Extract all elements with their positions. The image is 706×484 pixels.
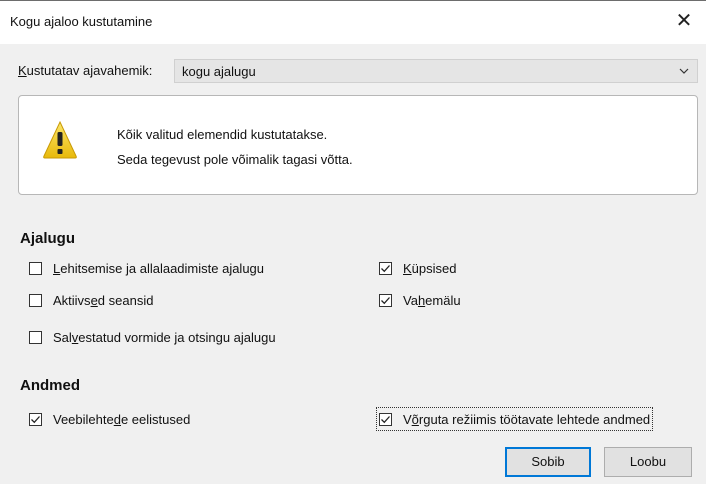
checkbox-label: Küpsised xyxy=(403,260,457,276)
time-range-value: kogu ajalugu xyxy=(182,64,256,79)
history-section-heading: Ajalugu xyxy=(20,230,75,247)
checkmark-icon xyxy=(31,415,40,423)
checkmark-icon xyxy=(381,296,390,304)
checkbox-box xyxy=(29,261,42,275)
checkbox-cookies[interactable]: Küpsised xyxy=(379,259,456,277)
checkbox-label: Vahemälu xyxy=(403,292,461,308)
checkbox-offline-website-data[interactable]: Võrguta režiimis töötavate lehtede andme… xyxy=(375,407,654,431)
checkbox-box xyxy=(379,412,392,426)
checkbox-cache[interactable]: Vahemälu xyxy=(379,291,461,309)
warning-text-1: Kõik valitud elemendid kustutatakse. xyxy=(117,127,328,142)
time-range-label: Kustutatav ajavahemik: xyxy=(18,63,153,78)
time-range-select[interactable]: kogu ajalugu xyxy=(174,59,698,83)
checkbox-label: Aktiivsed seansid xyxy=(53,292,154,308)
checkbox-active-logins[interactable]: Aktiivsed seansid xyxy=(29,291,153,309)
checkbox-box xyxy=(29,412,42,426)
title-bar: Kogu ajaloo kustutamine ✕ xyxy=(0,0,706,44)
checkbox-box xyxy=(379,261,392,275)
checkbox-box xyxy=(379,293,392,307)
checkbox-label: Lehitsemise ja allalaadimiste ajalugu xyxy=(53,260,265,276)
warning-text-2: Seda tegevust pole võimalik tagasi võtta… xyxy=(117,152,353,167)
chevron-down-icon xyxy=(679,68,689,74)
checkmark-icon xyxy=(381,415,390,423)
time-range-row: Kustutatav ajavahemik: kogu ajalugu xyxy=(18,59,698,83)
close-icon[interactable]: ✕ xyxy=(670,7,698,35)
checkbox-label: Salvestatud vormide ja otsingu ajalugu xyxy=(53,329,276,345)
window-title: Kogu ajaloo kustutamine xyxy=(10,14,153,29)
checkmark-icon xyxy=(381,264,390,272)
checkbox-label: Võrguta režiimis töötavate lehtede andme… xyxy=(403,411,651,427)
warning-box: Kõik valitud elemendid kustutatakse. Sed… xyxy=(18,95,698,195)
warning-icon xyxy=(43,120,77,159)
ok-button[interactable]: Sobib xyxy=(505,447,591,477)
cancel-button[interactable]: Loobu xyxy=(604,447,692,477)
checkbox-site-preferences[interactable]: Veebilehtede eelistused xyxy=(29,410,190,428)
checkbox-label: Veebilehtede eelistused xyxy=(53,411,191,427)
data-section-heading: Andmed xyxy=(20,377,80,394)
checkbox-form-search-history[interactable]: Salvestatud vormide ja otsingu ajalugu xyxy=(29,328,276,346)
checkbox-box xyxy=(29,330,42,344)
clear-history-dialog: Kogu ajaloo kustutamine ✕ Kustutatav aja… xyxy=(0,0,706,484)
checkbox-box xyxy=(29,293,42,307)
checkbox-browsing-history[interactable]: Lehitsemise ja allalaadimiste ajalugu xyxy=(29,259,264,277)
